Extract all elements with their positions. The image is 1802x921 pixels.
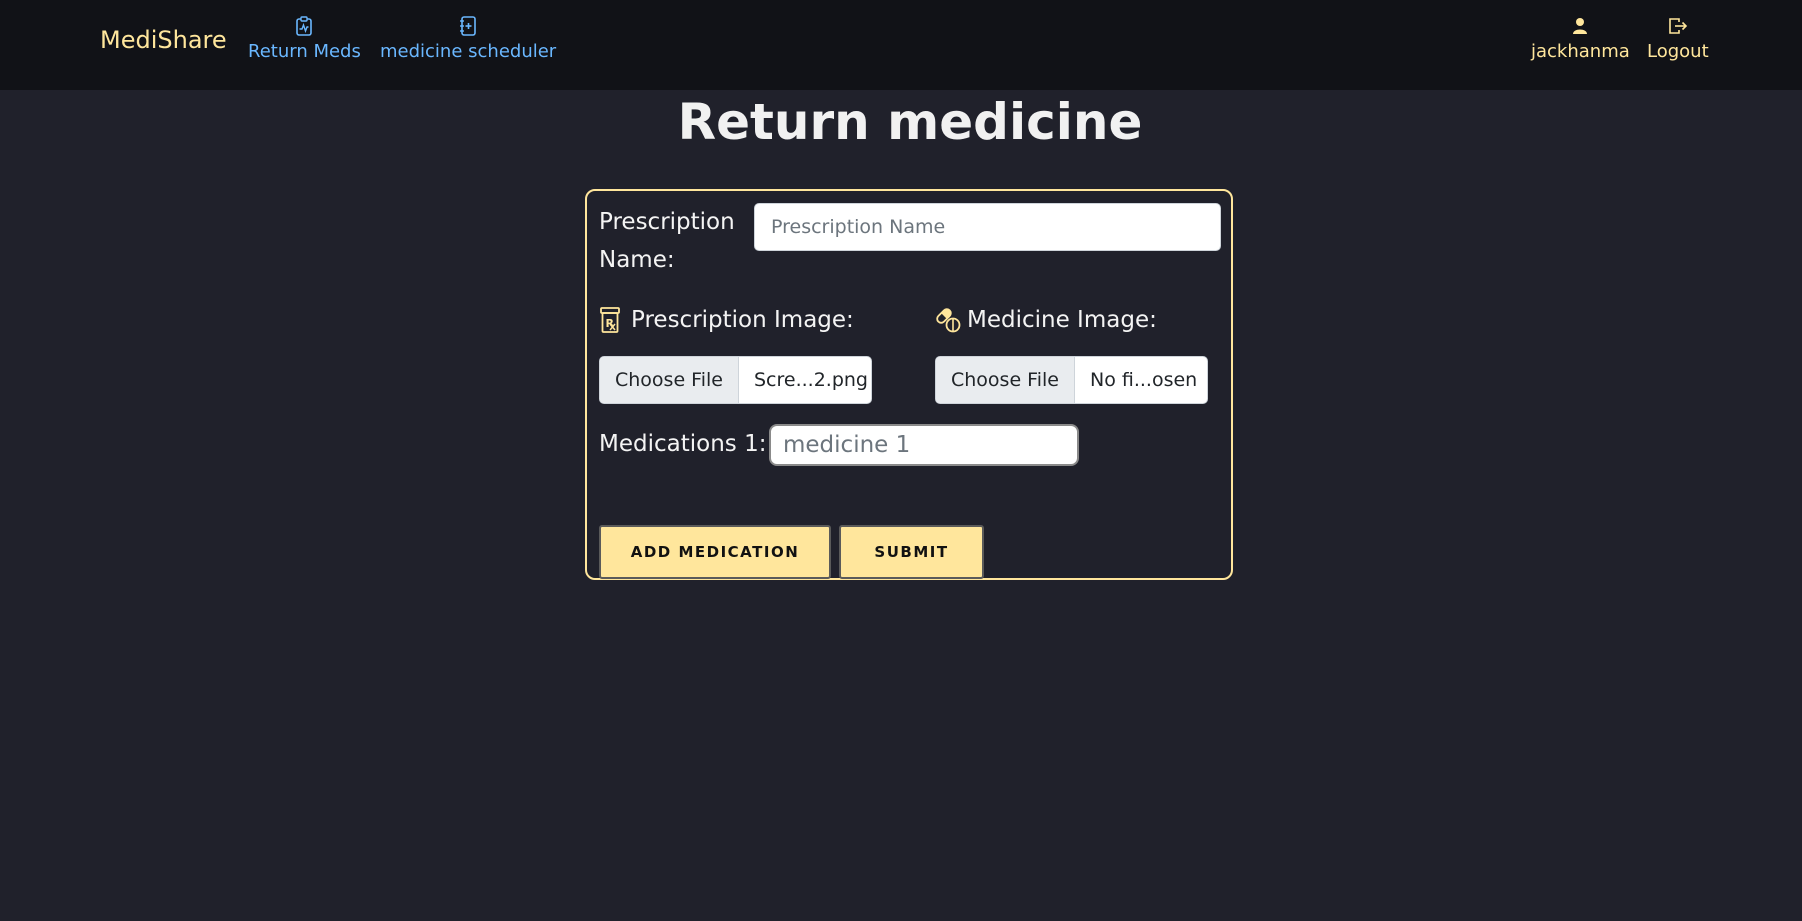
- medicine-image-label: Medicine Image:: [935, 305, 1157, 335]
- medicine-image-label-text: Medicine Image:: [967, 307, 1157, 333]
- medication-1-label: Medications 1:: [599, 431, 767, 457]
- nav-link-medicine-scheduler[interactable]: medicine scheduler: [380, 14, 556, 64]
- logout-link[interactable]: Logout: [1647, 14, 1709, 64]
- medicine-file-name: No fi...osen: [1089, 369, 1198, 391]
- submit-button[interactable]: SUBMIT: [839, 525, 984, 579]
- prescription-image-file-input[interactable]: Choose File Scre...2.png: [599, 356, 872, 404]
- page-title: Return medicine: [677, 93, 1143, 151]
- top-navbar: MediShare Return Meds medicine scheduler: [0, 0, 1802, 90]
- journal-plus-icon: [456, 14, 480, 38]
- prescription-choose-file-button[interactable]: Choose File: [600, 357, 739, 403]
- prescription-name-label: Prescription Name:: [599, 209, 735, 273]
- prescription-image-label-text: Prescription Image:: [631, 307, 854, 333]
- nav-link-return-meds[interactable]: Return Meds: [248, 14, 361, 64]
- prescription-name-input[interactable]: [754, 203, 1221, 251]
- box-arrow-right-icon: [1666, 14, 1690, 38]
- add-medication-button[interactable]: ADD MEDICATION: [599, 525, 831, 579]
- medication-1-input[interactable]: [769, 424, 1079, 466]
- nav-link-label: medicine scheduler: [380, 41, 557, 62]
- prescription-bottle-icon: R: [599, 306, 625, 334]
- prescription-file-name: Scre...2.png: [753, 369, 868, 391]
- person-icon: [1568, 14, 1592, 38]
- clipboard-pulse-icon: [292, 14, 316, 38]
- capsule-pill-icon: [935, 306, 961, 334]
- nav-link-label: Return Meds: [248, 41, 361, 62]
- brand-logo-link[interactable]: MediShare: [100, 26, 227, 54]
- medicine-choose-file-button[interactable]: Choose File: [936, 357, 1075, 403]
- nav-link-user-profile[interactable]: jackhanma: [1531, 14, 1630, 64]
- return-medicine-form: Prescription Name: R Prescription Image:: [585, 189, 1233, 580]
- username-label: jackhanma: [1531, 41, 1630, 62]
- logout-label: Logout: [1647, 41, 1709, 62]
- medicine-image-file-input[interactable]: Choose File No fi...osen: [935, 356, 1208, 404]
- prescription-image-label: R Prescription Image:: [599, 305, 854, 335]
